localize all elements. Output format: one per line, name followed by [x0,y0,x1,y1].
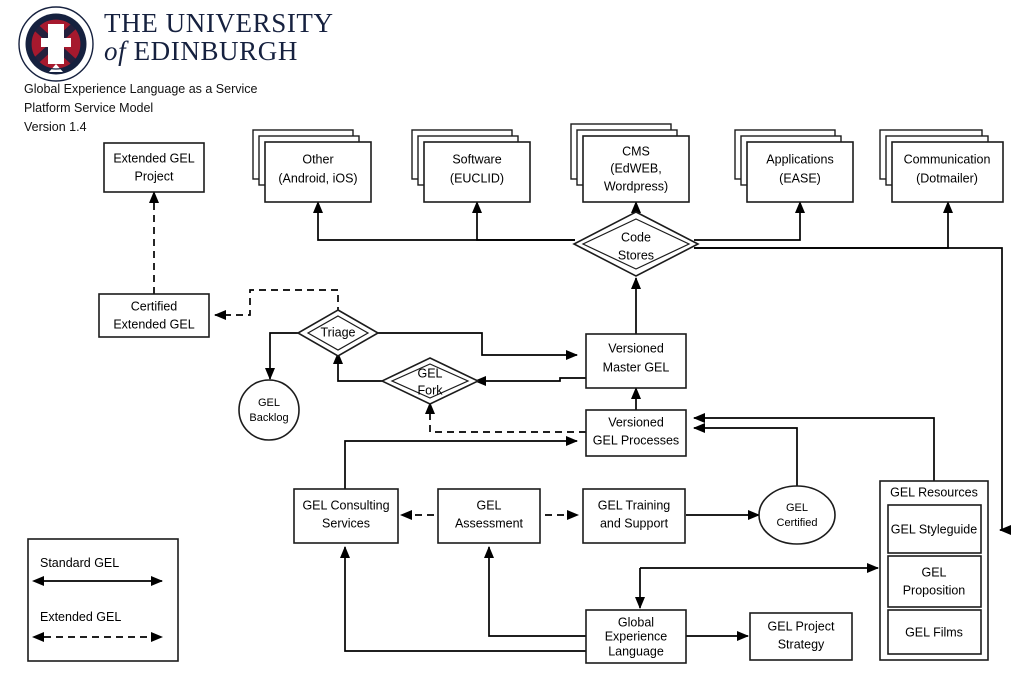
node-label: Extended GEL [113,151,194,165]
node-gel-styleguide[interactable]: GEL Styleguide [887,504,982,554]
node-label: Certified [777,517,818,529]
node-label: (EdWEB, [610,161,661,175]
node-label: Experience [605,629,668,643]
node-label: GEL Project [768,619,835,633]
node-label: Master GEL [603,360,670,374]
node-global-experience-language[interactable]: Global Experience Language [585,609,687,664]
node-software[interactable]: Software (EUCLID) [411,129,531,203]
node-code-stores[interactable]: Code Stores [572,211,700,277]
connector-processes-fork [425,402,586,433]
node-gel-proposition[interactable]: GEL Proposition [887,555,982,608]
node-label: Project [135,169,174,183]
node-label: Fork [418,383,444,397]
node-label: Assessment [455,516,524,530]
node-gel-backlog[interactable]: GEL Backlog [238,379,300,441]
connector-consulting-processes [344,436,578,489]
node-gel-consulting-services[interactable]: GEL Consulting Services [293,488,399,544]
legend-standard-label: Standard GEL [40,556,119,570]
node-label: and Support [600,516,669,530]
node-label: Backlog [249,412,288,424]
node-label: GEL Processes [593,433,679,447]
node-label: Language [608,644,664,658]
node-label: GEL Films [905,625,963,639]
node-triage[interactable]: Triage [296,309,380,357]
node-label: Certified [131,299,178,313]
node-label: GEL [417,366,442,380]
node-label: Wordpress) [604,179,668,193]
node-label: Versioned [608,415,664,429]
node-gel-resources[interactable]: GEL Resources GEL Styleguide GEL Proposi… [879,480,989,661]
node-gel-training-and-support[interactable]: GEL Training and Support [582,488,686,544]
node-label: GEL Consulting [302,498,389,512]
node-label: Versioned [608,341,664,355]
node-label: Proposition [903,583,966,597]
service-model-diagram: Extended GEL Project Other (Android, iOS… [27,123,1011,664]
node-gel-assessment[interactable]: GEL Assessment [437,488,541,544]
node-label: Strategy [778,637,825,651]
node-label: Triage [321,325,356,339]
node-applications[interactable]: Applications (EASE) [734,129,854,203]
gel-resources-title: GEL Resources [890,485,978,499]
node-label: (EUCLID) [450,171,504,185]
node-label: GEL [786,502,808,514]
connector-codestores-communication [694,201,953,249]
node-label: GEL Training [598,498,671,512]
node-label: GEL Styleguide [891,522,977,536]
node-gel-project-strategy[interactable]: GEL Project Strategy [749,612,853,661]
node-label: Stores [618,248,654,262]
connector-codestores-applications [694,201,805,241]
node-extended-gel-project[interactable]: Extended GEL Project [103,142,205,193]
node-label: GEL [476,498,501,512]
node-label: (EASE) [779,171,821,185]
legend: Standard GEL Extended GEL [27,538,179,662]
legend-extended-label: Extended GEL [40,610,121,624]
node-other[interactable]: Other (Android, iOS) [252,129,372,203]
node-label: Code [621,230,651,244]
connector-certified-processes [693,423,798,487]
connector-fork-triage [333,352,396,382]
node-versioned-gel-processes[interactable]: Versioned GEL Processes [585,409,687,457]
diagram-page: THE UNIVERSITY of EDINBURGH Global Exper… [0,0,1024,682]
connector-gel-assessment [484,546,586,637]
connector-master-fork [474,376,594,386]
node-label: GEL [258,397,280,409]
node-label: CMS [622,144,650,158]
node-label: Services [322,516,370,530]
node-label: Applications [766,152,833,166]
node-certified-extended-gel[interactable]: Certified Extended GEL [98,293,210,338]
node-gel-films[interactable]: GEL Films [887,609,982,655]
connector-triage-backlog [265,332,302,380]
node-label: Global [618,615,654,629]
node-communication[interactable]: Communication (Dotmailer) [879,129,1004,203]
node-label: Software [452,152,501,166]
node-label: (Dotmailer) [916,171,978,185]
connector-codestores-bus-left [313,201,575,241]
node-label: GEL [921,565,946,579]
node-label: Other [302,152,333,166]
connector-triage-master [375,332,578,360]
node-gel-fork[interactable]: GEL Fork [380,357,480,405]
node-gel-certified[interactable]: GEL Certified [758,485,836,545]
node-label: (Android, iOS) [278,171,357,185]
node-label: Extended GEL [113,317,194,331]
node-versioned-master-gel[interactable]: Versioned Master GEL [585,333,687,389]
connector-triage-certified [214,289,339,320]
node-label: Communication [904,152,991,166]
node-cms[interactable]: CMS (EdWEB, Wordpress) [570,123,690,203]
